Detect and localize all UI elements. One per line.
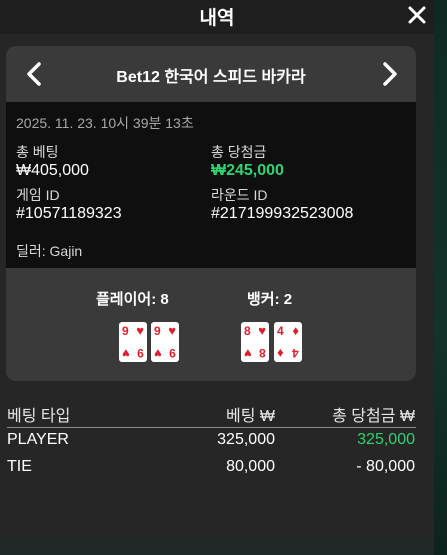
total-bet-label: 총 베팅: [16, 144, 59, 160]
header-bet-amount: 베팅 ₩: [226, 408, 275, 425]
banker-card-2: 4 ♦ ♦ 4: [274, 322, 302, 362]
chevron-left-icon[interactable]: [21, 60, 49, 88]
header-bet-type: 베팅 타입: [7, 408, 71, 425]
round-details: 2025. 11. 23. 10시 39분 13초 총 베팅 ₩405,000 …: [6, 102, 416, 268]
round-id-value: #217199932523008: [211, 205, 354, 222]
modal-header: 내역: [0, 0, 434, 34]
history-modal: 내역 Bet12 한국어 스피드 바카라 2025. 11. 23. 10시 3…: [0, 0, 434, 555]
row-player-bet: 325,000: [217, 431, 275, 448]
dealer-name: 딜러: Gajin: [16, 243, 83, 259]
banker-score: 뱅커: 2: [247, 291, 293, 308]
table-divider: [7, 427, 416, 428]
row-tie-win: - 80,000: [356, 458, 415, 475]
row-tie-type: TIE: [7, 458, 32, 475]
header-total-win: 총 당첨금 ₩: [332, 408, 415, 425]
player-card-1: 9 ♥ ♥ 9: [119, 322, 147, 362]
round-id-label: 라운드 ID: [211, 187, 268, 203]
round-card-header: Bet12 한국어 스피드 바카라: [6, 46, 416, 102]
player-score: 플레이어: 8: [96, 291, 169, 308]
total-win-value: ₩245,000: [211, 162, 284, 179]
chevron-right-icon[interactable]: [375, 60, 403, 88]
banker-card-1: 8 ♥ ♥ 8: [241, 322, 269, 362]
round-result: 플레이어: 8 뱅커: 2 9 ♥ ♥ 9 9 ♥ ♥ 9 8 ♥ ♥ 8 4: [6, 268, 416, 381]
close-icon[interactable]: [404, 2, 430, 28]
game-id-label: 게임 ID: [16, 187, 60, 203]
background-strip: [434, 0, 447, 555]
round-timestamp: 2025. 11. 23. 10시 39분 13초: [16, 115, 194, 131]
row-tie-bet: 80,000: [226, 458, 275, 475]
player-card-2: 9 ♥ ♥ 9: [151, 322, 179, 362]
game-title: Bet12 한국어 스피드 바카라: [116, 69, 306, 86]
total-win-label: 총 당첨금: [211, 144, 267, 160]
round-card: Bet12 한국어 스피드 바카라 2025. 11. 23. 10시 39분 …: [6, 46, 416, 381]
bottom-fade: [0, 530, 434, 555]
game-id-value: #10571189323: [16, 205, 122, 222]
modal-title: 내역: [199, 8, 235, 29]
row-player-type: PLAYER: [7, 431, 69, 448]
total-bet-value: ₩405,000: [16, 162, 89, 179]
row-player-win: 325,000: [357, 431, 415, 448]
